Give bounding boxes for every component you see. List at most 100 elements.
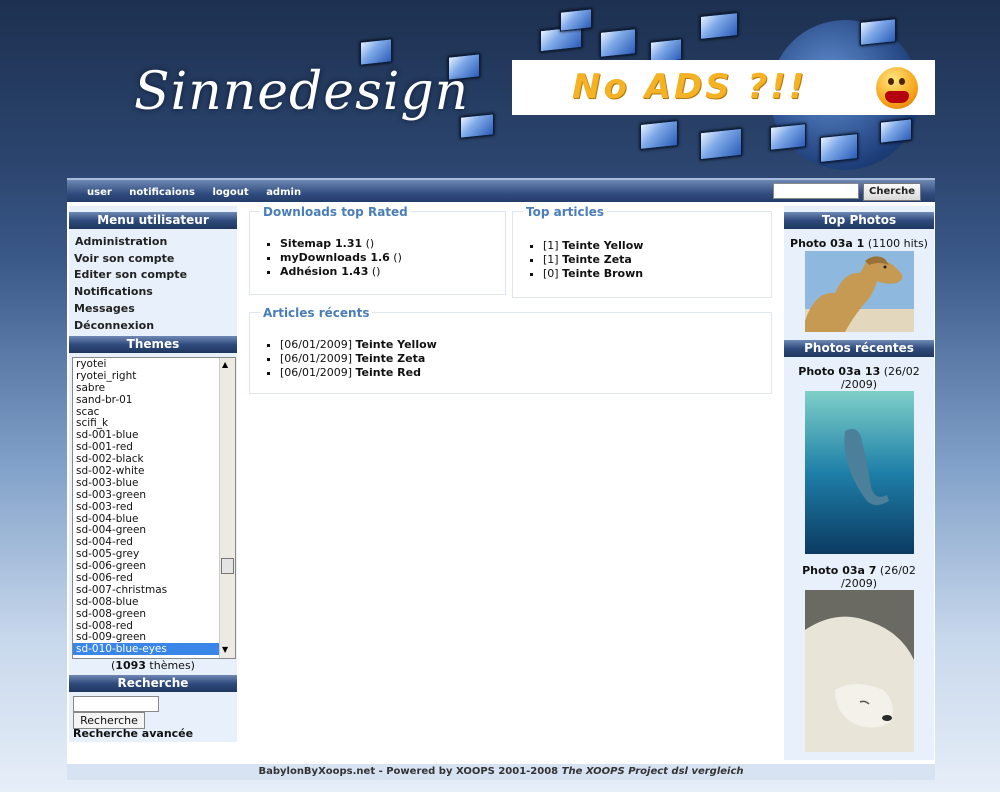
downloads-title: Downloads top Rated [260,205,411,219]
article-link[interactable]: Teinte Yellow [355,338,436,351]
top-search-button[interactable]: Cherche [863,183,921,201]
theme-items: ryotei ryotei_right sabre sand-br-01 scac sci… [73,358,235,655]
theme-option[interactable]: sd-001-blue [73,429,235,441]
scroll-thumb[interactable] [221,558,234,574]
top-articles-list: [1] Teinte Yellow [1] Teinte Zeta [0] Te… [529,239,643,281]
theme-option[interactable]: sd-007-christmas [73,584,235,596]
theme-option[interactable]: sd-008-blue [73,596,235,608]
theme-option[interactable]: sd-005-grey [73,548,235,560]
decor-tile [700,127,742,161]
article-link[interactable]: Teinte Red [355,366,420,379]
theme-option[interactable]: sd-001-red [73,441,235,453]
decor-tile [700,12,738,40]
nav-link-logout[interactable]: logout [212,187,248,198]
theme-option[interactable]: sd-003-green [73,489,235,501]
top-photo-caption: Photo 03a 1 (1100 hits) [790,237,928,250]
theme-option[interactable]: sd-004-red [73,536,235,548]
decor-tile [560,8,592,32]
recent-photos-title: Photos récentes [784,340,934,357]
list-item: [06/01/2009] Teinte Zeta [280,352,437,366]
nav-link-admin[interactable]: admin [266,187,301,198]
advanced-search-link[interactable]: Recherche avancée [73,727,193,740]
theme-select-list[interactable]: ryotei ryotei_right sabre sand-br-01 scac sci… [72,357,236,659]
theme-option[interactable]: sd-008-green [73,608,235,620]
recent-photo-caption: Photo 03a 7 (26/02/2009) [802,564,916,590]
menu-item-edit-account[interactable]: Editer son compte [74,268,187,281]
shouting-smiley-icon [876,67,918,109]
downloads-top-rated-block: Downloads top Rated Sitemap 1.31 () myDo… [249,205,506,295]
theme-option[interactable]: sabre [73,382,235,394]
user-menu-title: Menu utilisateur [69,212,237,229]
nav-link-user[interactable]: user [87,187,112,198]
decor-tile [880,118,912,144]
ad-text: No ADS ?!! [572,67,808,107]
themes-title: Themes [69,336,237,353]
photo-link[interactable]: Photo 03a 1 [790,237,864,250]
theme-option[interactable]: sd-008-red [73,620,235,632]
polar-bear-photo[interactable] [805,590,914,752]
download-link[interactable]: myDownloads 1.6 [280,251,390,264]
list-item: [1] Teinte Zeta [543,253,643,267]
download-link[interactable]: Adhésion 1.43 [280,265,368,278]
theme-option[interactable]: sd-004-green [73,524,235,537]
theme-option[interactable]: sd-009-green [73,631,235,644]
theme-option[interactable]: sd-010-blue-eyes [73,643,235,655]
sidebar-search-input[interactable] [73,696,159,712]
article-link[interactable]: Teinte Zeta [562,253,632,266]
top-nav-bar: user notificaions logout admin Cherche [67,178,935,204]
top-articles-title: Top articles [523,205,607,219]
decor-tile [640,120,678,150]
decor-tile [600,28,636,58]
header-banner: Sinnedesign No ADS ?!! [0,0,1000,176]
theme-option[interactable]: scifi_k [73,417,235,430]
theme-list-scrollbar[interactable]: ▲ ▼ [219,358,235,658]
search-title: Recherche [69,675,237,692]
menu-item-administration[interactable]: Administration [75,235,167,248]
camel-photo[interactable] [805,251,914,332]
theme-option[interactable]: sd-002-black [73,453,235,465]
article-link[interactable]: Teinte Zeta [355,352,425,365]
theme-option[interactable]: sd-003-blue [73,477,235,489]
footer: BabylonByXoops.net - Powered by XOOPS 20… [67,764,935,780]
footer-project-link[interactable]: The XOOPS Project dsl vergleich [562,766,744,777]
theme-option[interactable]: sd-002-white [73,465,235,477]
recent-articles-block: Articles récents [06/01/2009] Teinte Yel… [249,306,772,394]
ad-banner[interactable]: No ADS ?!! [512,60,935,115]
theme-option[interactable]: scac [73,406,235,418]
recent-articles-list: [06/01/2009] Teinte Yellow [06/01/2009] … [266,338,437,380]
list-item: [0] Teinte Brown [543,267,643,281]
nav-link-notifications[interactable]: notificaions [129,187,195,198]
top-search-input[interactable] [773,183,859,199]
decor-tile [860,18,896,46]
list-item: myDownloads 1.6 () [280,251,402,265]
recent-articles-title: Articles récents [260,306,373,320]
photo-link[interactable]: Photo 03a 13 [798,365,880,378]
recent-photo-caption: Photo 03a 13 (26/02/2009) [798,365,920,391]
theme-count: (1093 thèmes) [111,659,195,672]
list-item: [06/01/2009] Teinte Red [280,366,437,380]
article-link[interactable]: Teinte Yellow [562,239,643,252]
site-logo[interactable]: Sinnedesign [134,62,469,122]
list-item: [1] Teinte Yellow [543,239,643,253]
article-link[interactable]: Teinte Brown [562,267,643,280]
theme-option[interactable]: sd-004-blue [73,513,235,525]
scroll-down-icon[interactable]: ▼ [222,645,228,654]
decor-tile [770,123,806,151]
list-item: Sitemap 1.31 () [280,237,402,251]
theme-option[interactable]: ryotei [73,358,235,370]
theme-option[interactable]: ryotei_right [73,370,235,382]
menu-item-logout[interactable]: Déconnexion [74,319,154,332]
theme-option[interactable]: sd-006-red [73,572,235,584]
photo-link[interactable]: Photo 03a 7 [802,564,876,577]
dolphin-photo[interactable] [805,391,914,554]
nav-links: user notificaions logout admin [87,185,315,198]
scroll-up-icon[interactable]: ▲ [222,360,228,369]
theme-option[interactable]: sd-006-green [73,560,235,572]
menu-item-notifications[interactable]: Notifications [74,285,153,298]
list-item: [06/01/2009] Teinte Yellow [280,338,437,352]
theme-option[interactable]: sand-br-01 [73,394,235,406]
menu-item-messages[interactable]: Messages [74,302,135,315]
download-link[interactable]: Sitemap 1.31 [280,237,362,250]
menu-item-view-account[interactable]: Voir son compte [74,252,174,265]
theme-option[interactable]: sd-003-red [73,501,235,513]
